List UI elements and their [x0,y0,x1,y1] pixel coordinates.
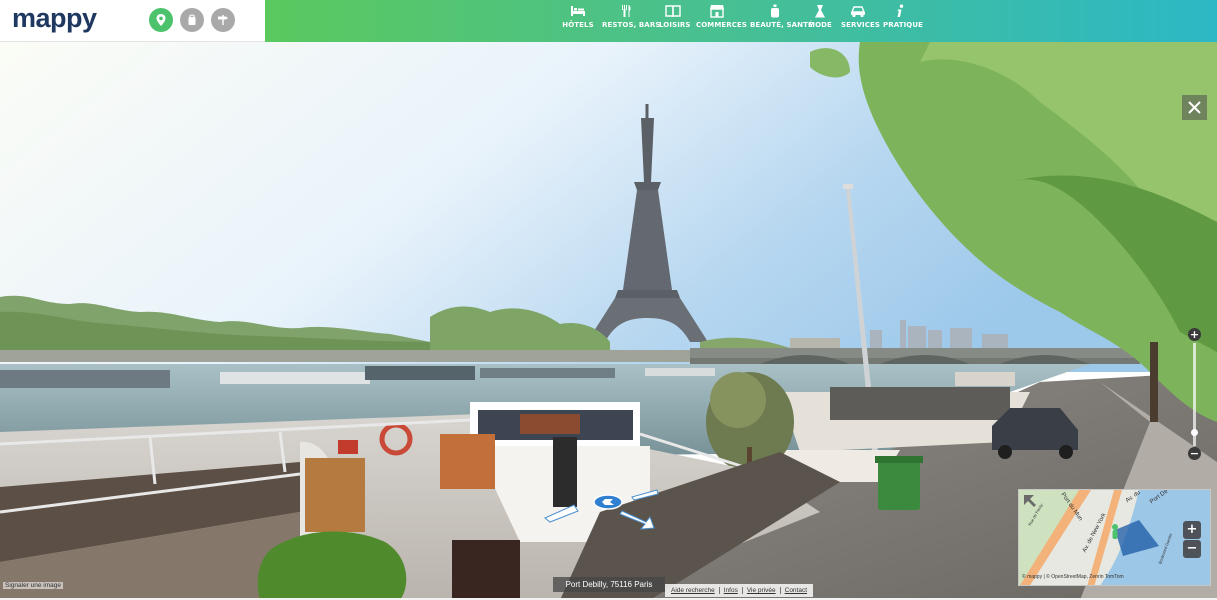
minimap[interactable]: Av. de New York Port du Mun Av. du Port … [1018,489,1211,586]
address-label: Port Debilly, 75116 Paris [553,577,665,592]
dress-icon [815,5,825,18]
category-label: RESTOS, BARS [602,21,661,29]
bag-icon [188,14,196,25]
minimap-attribution: © mappy | © OpenStreetMap, Zenrin TomTom [1022,574,1124,580]
zoom-in-button[interactable]: + [1188,328,1201,341]
map-pin-icon [156,14,166,26]
report-image-link[interactable]: Signaler une image [3,582,64,589]
footer-links: Aide recherche Infos Vie privée Contact [665,584,814,597]
car-icon [850,6,866,18]
book-icon [665,5,681,18]
logo-text: mappy [12,3,97,33]
top-bar: mappy HÔTELS RESTOS, BARS LOISIRS COMMER… [0,0,1217,42]
brand-panel: mappy [0,0,265,42]
category-label: COMMERCES [696,21,748,29]
category-mode[interactable]: MODE [808,4,832,38]
category-label: PRATIQUE [883,21,923,29]
category-label: SERVICES [841,21,880,29]
category-label: HÔTELS [562,21,594,29]
mappy-logo[interactable]: mappy [12,3,97,34]
category-commerces[interactable]: COMMERCES [696,4,748,38]
shop-icon [710,5,724,18]
shopping-mode-button[interactable] [180,8,204,32]
minimap-expand-button[interactable] [1022,493,1038,509]
category-loisirs[interactable]: LOISIRS [659,4,691,38]
footer-link-infos[interactable]: Infos [718,587,742,594]
close-icon [1188,101,1201,114]
footer-link-vie-privee[interactable]: Vie privée [741,587,780,594]
zoom-slider-handle[interactable] [1191,429,1198,437]
footer-link-aide-recherche[interactable]: Aide recherche [667,587,719,594]
category-label: LOISIRS [659,21,691,29]
category-pratique[interactable]: PRATIQUE [883,4,923,38]
bed-icon [571,6,585,16]
footer-link-contact[interactable]: Contact [779,587,812,594]
category-label: MODE [808,21,832,29]
zoom-control: + − [1186,326,1204,464]
zoom-out-button[interactable]: − [1188,447,1201,460]
category-restos-bars[interactable]: RESTOS, BARS [602,4,661,38]
category-services[interactable]: SERVICES [841,4,880,38]
signpost-icon [218,15,228,25]
minimap-zoom-out-button[interactable]: − [1183,540,1201,558]
map-mode-button[interactable] [149,8,173,32]
info-icon [897,4,904,17]
expand-arrow-icon [1024,495,1036,507]
minimap-canvas[interactable] [1019,490,1211,586]
category-beaute-sante[interactable]: BEAUTÉ, SANTÉ [750,4,813,38]
cutlery-icon [622,5,631,17]
close-button[interactable] [1182,95,1207,120]
minimap-zoom-in-button[interactable]: + [1183,521,1201,539]
category-bar: HÔTELS RESTOS, BARS LOISIRS COMMERCES BE… [265,0,1217,42]
category-label: BEAUTÉ, SANTÉ [750,21,813,29]
bridge [690,348,1140,364]
minimap-pegman-icon [1112,524,1118,539]
green-bin [875,456,923,510]
directions-mode-button[interactable] [211,8,235,32]
perfume-icon [771,4,779,18]
category-hotels[interactable]: HÔTELS [561,4,595,38]
